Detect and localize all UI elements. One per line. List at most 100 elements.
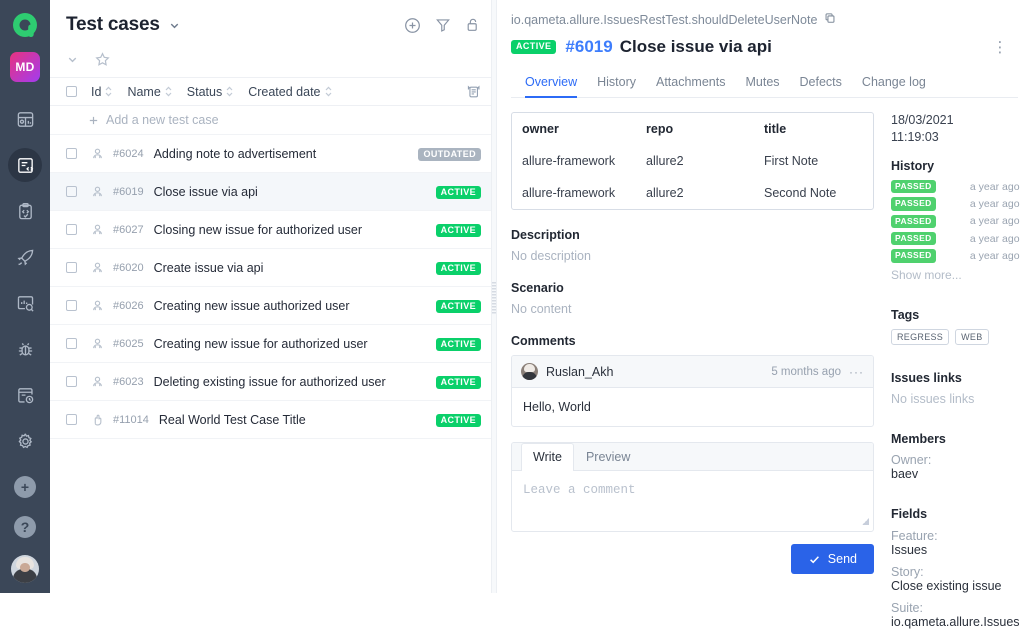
comment-text: Hello, World (523, 400, 591, 414)
history-status-badge: PASSED (891, 214, 936, 229)
column-header-name[interactable]: Name (127, 85, 172, 99)
tag-chip[interactable]: WEB (955, 328, 989, 345)
sidebar-item-settings[interactable] (8, 424, 42, 458)
more-vertical-icon[interactable]: ⋮ (993, 40, 1012, 55)
test-case-id[interactable]: #6019 (565, 37, 612, 57)
row-status: ACTIVE (435, 222, 481, 238)
overview-table-row: allure-framework allure2 Second Note (512, 177, 873, 209)
row-checkbox[interactable] (66, 148, 77, 159)
row-checkbox[interactable] (66, 300, 77, 311)
user-icon (91, 147, 104, 160)
sort-icon[interactable] (164, 85, 173, 98)
lock-icon[interactable] (465, 17, 481, 33)
table-row[interactable]: #6027 Closing new issue for authorized us… (50, 211, 497, 249)
project-badge[interactable]: MD (10, 52, 40, 82)
test-case-detail-panel: io.qameta.allure.IssuesRestTest.shouldDe… (497, 0, 1024, 629)
column-header-created-date[interactable]: Created date (248, 85, 332, 99)
comment-avatar (521, 363, 538, 380)
table-row[interactable]: #6019 Close issue via api ACTIVE (50, 173, 497, 211)
sidebar-item-test-cases[interactable] (8, 148, 42, 182)
test-case-list: #6024 Adding note to advertisement OUTDATE… (50, 135, 497, 439)
add-new-test-case-row[interactable]: Add a new test case (50, 106, 497, 135)
manual-icon (91, 413, 104, 426)
history-timestamp: a year ago (969, 250, 1020, 263)
tab-overview[interactable]: Overview (525, 75, 578, 98)
user-avatar[interactable] (11, 555, 39, 583)
test-cases-toolbar (404, 17, 481, 34)
table-row[interactable]: #6024 Adding note to advertisement OUTDATE… (50, 135, 497, 173)
send-row: Send (511, 544, 874, 574)
row-checkbox[interactable] (66, 186, 77, 197)
table-row[interactable]: #6025 Creating new issue for authorized u… (50, 325, 497, 363)
column-settings-icon[interactable] (466, 84, 481, 99)
comment-author: Ruslan_Akh (546, 364, 614, 379)
row-checkbox[interactable] (66, 224, 77, 235)
detail-body: owner repo title allure-framework allure… (497, 98, 1024, 629)
tab-change-log[interactable]: Change log (862, 75, 926, 98)
allure-logo-icon[interactable] (10, 10, 40, 40)
help-button[interactable]: ? (14, 516, 36, 538)
table-row[interactable]: #6026 Creating new issue authorized user A… (50, 287, 497, 325)
sidebar-item-timeline[interactable] (8, 378, 42, 412)
owner-value: baev (891, 466, 919, 481)
history-item[interactable]: PASSED a year ago (891, 249, 1020, 263)
row-id: #11014 (113, 413, 149, 426)
tab-mutes[interactable]: Mutes (745, 75, 779, 98)
history-item[interactable]: PASSED a year ago (891, 180, 1020, 194)
history-item[interactable]: PASSED a year ago (891, 197, 1020, 211)
sidebar-item-dashboards[interactable] (8, 102, 42, 136)
ellipsis-icon[interactable]: ··· (849, 365, 864, 379)
table-row[interactable]: #11014 Real World Test Case Title ACTIVE (50, 401, 497, 439)
history-status-badge: PASSED (891, 249, 936, 263)
left-nav-rail: MD + ? (0, 0, 50, 593)
column-header-id[interactable]: Id (91, 85, 113, 99)
collapse-icon[interactable] (66, 53, 79, 66)
sidebar-item-launches[interactable] (8, 240, 42, 274)
sidebar-item-analytics[interactable] (8, 286, 42, 320)
resize-handle-icon[interactable] (862, 518, 869, 525)
show-more-link[interactable]: Show more... (891, 268, 1020, 282)
sort-icon[interactable] (324, 85, 333, 98)
tab-preview[interactable]: Preview (574, 443, 642, 470)
select-all-checkbox[interactable] (66, 86, 77, 97)
sidebar-item-defects[interactable] (8, 332, 42, 366)
copy-icon[interactable] (824, 12, 836, 27)
tab-history[interactable]: History (597, 75, 636, 98)
filter-icon[interactable] (435, 17, 451, 33)
overview-col-owner: owner (522, 122, 559, 136)
scenario-value: No content (511, 302, 572, 316)
tag-chip[interactable]: REGRESS (891, 328, 950, 345)
table-row[interactable]: #6020 Create issue via api ACTIVE (50, 249, 497, 287)
star-icon[interactable] (95, 52, 110, 67)
add-button[interactable]: + (14, 476, 36, 498)
column-label: Created date (248, 84, 321, 99)
send-button[interactable]: Send (790, 544, 874, 574)
cell-owner: allure-framework (522, 154, 616, 168)
history-item[interactable]: PASSED a year ago (891, 232, 1020, 246)
history-list: PASSED a year ago PASSED a year ago PASSED a … (891, 180, 1020, 263)
column-header-status[interactable]: Status (187, 85, 234, 99)
row-checkbox[interactable] (66, 338, 77, 349)
comment-input[interactable]: Leave a comment (512, 471, 873, 531)
comment-item: Ruslan_Akh 5 months ago ··· Hello, World (511, 355, 874, 427)
cell-owner: allure-framework (522, 186, 616, 200)
sort-icon[interactable] (225, 85, 234, 98)
row-checkbox[interactable] (66, 262, 77, 273)
add-icon[interactable] (404, 17, 421, 34)
row-id: #6027 (113, 223, 144, 236)
user-icon (91, 337, 104, 350)
history-status-badge: PASSED (891, 197, 936, 211)
resize-grip (492, 282, 496, 314)
editor-tabs: Write Preview (512, 443, 873, 471)
row-checkbox[interactable] (66, 414, 77, 425)
tab-attachments[interactable]: Attachments (656, 75, 725, 98)
sort-icon[interactable] (104, 85, 113, 98)
cell-repo: allure2 (646, 154, 684, 168)
tab-write[interactable]: Write (521, 443, 574, 471)
table-row[interactable]: #6023 Deleting existing issue for authori… (50, 363, 497, 401)
chevron-down-icon[interactable] (168, 19, 181, 32)
sidebar-item-test-plans[interactable] (8, 194, 42, 228)
row-checkbox[interactable] (66, 376, 77, 387)
history-item[interactable]: PASSED a year ago (891, 214, 1020, 229)
tab-defects[interactable]: Defects (800, 75, 842, 98)
